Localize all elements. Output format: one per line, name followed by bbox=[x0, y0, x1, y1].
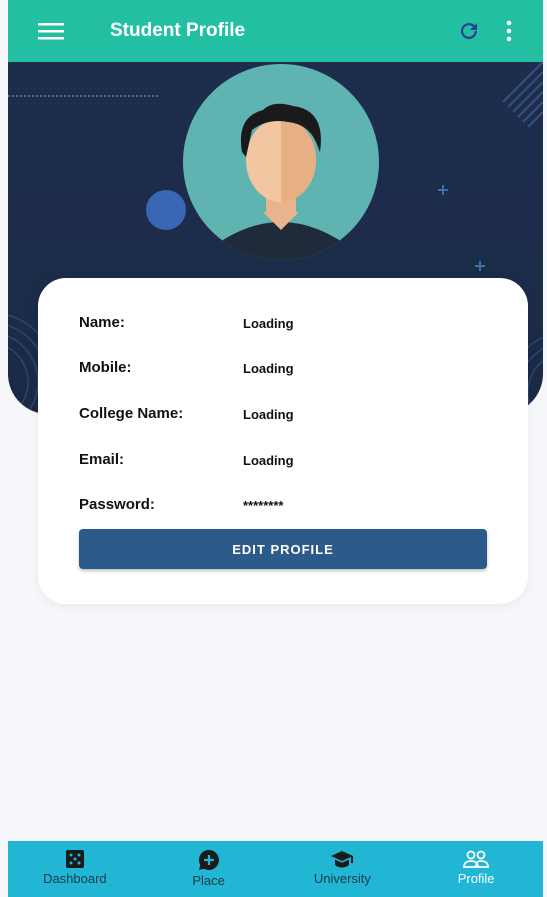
nav-label: University bbox=[313, 871, 371, 886]
more-vert-icon[interactable] bbox=[489, 9, 529, 53]
page-title: Student Profile bbox=[110, 20, 246, 41]
people-icon bbox=[463, 850, 490, 868]
nav-label: Dashboard bbox=[43, 871, 107, 886]
field-value: ******** bbox=[243, 498, 284, 513]
nav-item-university[interactable]: University bbox=[276, 841, 410, 897]
nav-item-profile[interactable]: Profile bbox=[409, 841, 543, 897]
app-bar: Student Profile bbox=[8, 0, 543, 62]
nav-label: Place bbox=[192, 873, 225, 888]
refresh-icon[interactable] bbox=[449, 9, 489, 53]
field-value: Loading bbox=[243, 453, 294, 468]
chat-add-icon bbox=[198, 849, 219, 870]
nav-item-place[interactable]: Place bbox=[142, 841, 276, 897]
dashboard-icon bbox=[65, 850, 84, 868]
field-label: College Name: bbox=[79, 405, 184, 422]
field-label: Name: bbox=[79, 314, 125, 331]
edit-profile-button[interactable]: EDIT PROFILE bbox=[79, 529, 487, 569]
field-value: Loading bbox=[243, 361, 294, 376]
field-label: Email: bbox=[79, 451, 125, 468]
field-label: Password: bbox=[79, 496, 155, 513]
profile-card: Name: Loading Mobile: Loading College Na… bbox=[38, 278, 528, 604]
bottom-navigation: Dashboard Place University Profile bbox=[8, 841, 543, 897]
avatar bbox=[183, 64, 379, 260]
hamburger-menu-icon[interactable] bbox=[26, 0, 76, 62]
field-value: Loading bbox=[243, 407, 294, 422]
field-label: Mobile: bbox=[79, 359, 132, 376]
graduation-cap-icon bbox=[331, 851, 354, 868]
field-value: Loading bbox=[243, 316, 294, 331]
nav-item-dashboard[interactable]: Dashboard bbox=[8, 841, 142, 897]
nav-label: Profile bbox=[457, 871, 495, 886]
